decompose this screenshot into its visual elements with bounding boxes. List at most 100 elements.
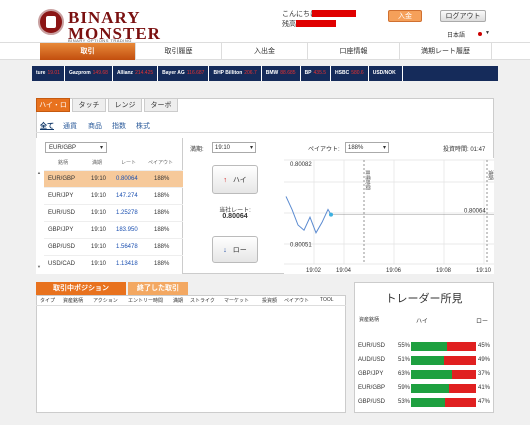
ticker-value: 214.425 — [135, 70, 154, 76]
asset-rate: 1.13418 — [116, 261, 138, 267]
sentiment-low-pct: 49% — [478, 357, 491, 363]
category-currency[interactable]: 通貨 — [63, 121, 77, 131]
ticker-name: Allianz — [116, 70, 134, 76]
expiry-dropdown[interactable]: 19:10 ▾ — [212, 142, 256, 153]
nav-account[interactable]: 口座情報 — [308, 43, 400, 60]
nav-trade[interactable]: 取引 — [40, 43, 136, 60]
nav-deposit[interactable]: 入出金 — [222, 43, 308, 60]
sentiment-bar-high — [411, 384, 450, 393]
deposit-button[interactable]: 入金 — [388, 10, 422, 22]
asset-asset: EUR/GBP — [48, 176, 76, 182]
language-selector[interactable]: 日本語 — [447, 30, 465, 39]
asset-payout: 188% — [154, 176, 170, 182]
sentiment-high-pct: 63% — [398, 371, 411, 377]
asset-rate: 1.56478 — [116, 244, 138, 250]
sentiment-bar — [411, 384, 476, 393]
sentiment-row: GBP/USD 53% 47% — [358, 397, 492, 409]
asset-row[interactable]: EUR/USD 19:10 1.25278 188% — [44, 204, 183, 221]
sentiment-col-low: ロー — [476, 319, 489, 325]
col-asset: 銘柄 — [58, 160, 69, 166]
chart-marker-label: 目標時間 — [364, 170, 371, 190]
tab-range[interactable]: レンジ — [108, 98, 142, 112]
ticker-item[interactable]: BP 435.5 — [301, 66, 332, 81]
chart-y-label: 0.80082 — [290, 162, 312, 168]
logout-button[interactable]: ログアウト — [440, 10, 486, 22]
asset-row[interactable]: GBP/USD 19:10 1.56478 188% — [44, 238, 183, 255]
asset-expiry: 19:10 — [91, 193, 107, 199]
price-chart[interactable]: 目標時間 満期 0.80082 0.80064 0.80051 19:02 19:04 19:… — [284, 158, 494, 274]
ticker-value: 149.68 — [92, 70, 108, 76]
asset-payout: 188% — [154, 244, 170, 250]
ticker-item[interactable]: HSBC 580.6 — [331, 66, 369, 81]
positions-panel — [36, 295, 346, 413]
asset-row[interactable]: USD/CAD 19:10 1.13418 188% — [44, 255, 183, 272]
col-payout: ペイアウト — [148, 160, 174, 166]
high-button[interactable]: ↑ ハイ — [212, 165, 258, 194]
flag-icon — [478, 32, 482, 36]
ticker-item[interactable]: BHP Billiton 206.7 — [209, 66, 262, 81]
sentiment-bar — [411, 370, 476, 379]
tab-open-positions[interactable]: 取引中ポジション — [36, 282, 126, 295]
col-expiry: 満期 — [92, 160, 103, 166]
payout-label: ペイアウト: — [308, 147, 340, 153]
asset-row[interactable]: EUR/GBP 19:10 0.80064 188% — [44, 170, 183, 187]
chart-y-label: 0.80051 — [290, 242, 312, 248]
payout-dropdown[interactable]: 188% ▾ — [345, 142, 389, 153]
chart-current-point — [329, 212, 333, 217]
ticker-item[interactable]: ture 19.01 — [32, 66, 65, 81]
positions-col: 資産銘柄 — [63, 298, 84, 304]
nav-expiry-history[interactable]: 満期レート履歴 — [400, 43, 492, 60]
ticker-item[interactable]: USD/NOK — [369, 66, 403, 81]
chevron-down-icon[interactable]: ▼ — [485, 30, 490, 36]
sentiment-bar-high — [411, 398, 446, 407]
ticker-name: HSBC — [335, 70, 350, 76]
category-commodity[interactable]: 商品 — [88, 121, 102, 131]
balance-label: 残高 — [282, 21, 296, 28]
asset-asset: EUR/USD — [48, 210, 76, 216]
low-button[interactable]: ↓ ロー — [212, 236, 258, 263]
ticker-value: 206.7 — [244, 70, 257, 76]
sentiment-low-pct: 41% — [478, 385, 491, 391]
sentiment-row: AUD/USD 51% 49% — [358, 355, 492, 367]
ticker-name: BHP Billiton — [213, 70, 243, 76]
chart-marker-label: 満期 — [487, 170, 494, 180]
tab-touch[interactable]: タッチ — [72, 98, 106, 112]
asset-asset: GBP/JPY — [48, 227, 74, 233]
nav-history[interactable]: 取引履歴 — [136, 43, 222, 60]
asset-row[interactable]: EUR/JPY 19:10 147.274 188% — [44, 187, 183, 204]
sentiment-high-pct: 53% — [398, 399, 411, 405]
chart-x-tick: 19:02 — [306, 268, 322, 274]
asset-asset: GBP/USD — [48, 244, 76, 250]
chart-y-label: 0.80064 — [464, 209, 486, 215]
positions-col: マーケット — [224, 298, 250, 304]
redacted-username — [312, 10, 356, 17]
ticker-name: USD/NOK — [372, 70, 396, 76]
ticker-item[interactable]: Allianz 214.425 — [113, 66, 159, 81]
chart-x-tick: 19:06 — [386, 268, 402, 274]
tab-highlow[interactable]: ハイ・ロー — [36, 98, 70, 123]
asset-asset: USD/CAD — [48, 261, 76, 267]
scroll-down-icon[interactable]: ▼ — [37, 264, 41, 269]
category-all[interactable]: 全て — [40, 121, 54, 131]
tab-closed-trades[interactable]: 終了した取引 — [128, 282, 188, 295]
chevron-down-icon: ▾ — [99, 145, 103, 151]
ticker-item[interactable]: Bayer AG 116.687 — [158, 66, 210, 81]
ticker-item[interactable]: Gazprom 149.68 — [65, 66, 113, 81]
tab-turbo[interactable]: ターボ — [144, 98, 178, 112]
sentiment-asset: AUD/USD — [358, 357, 386, 363]
ticker-item[interactable]: BMW 88.685 — [262, 66, 301, 81]
asset-expiry: 19:10 — [91, 210, 107, 216]
chevron-down-icon: ▾ — [382, 145, 386, 151]
arrow-up-icon: ↑ — [223, 177, 227, 184]
sentiment-asset: GBP/USD — [358, 399, 386, 405]
ticker-bar: ture 19.01 Gazprom 149.68 Allianz 214.425 Baye… — [32, 66, 498, 81]
ticker-value: 580.6 — [351, 70, 364, 76]
asset-dropdown[interactable]: EUR/GBP ▾ — [45, 142, 107, 153]
category-stock[interactable]: 株式 — [136, 121, 150, 131]
scroll-up-icon[interactable]: ▲ — [37, 170, 41, 175]
asset-expiry: 19:10 — [91, 261, 107, 267]
asset-row[interactable]: GBP/JPY 19:10 183.950 188% — [44, 221, 183, 238]
category-index[interactable]: 指数 — [112, 121, 126, 131]
positions-col: 満期 — [173, 298, 184, 304]
col-rate: レート — [121, 160, 137, 166]
